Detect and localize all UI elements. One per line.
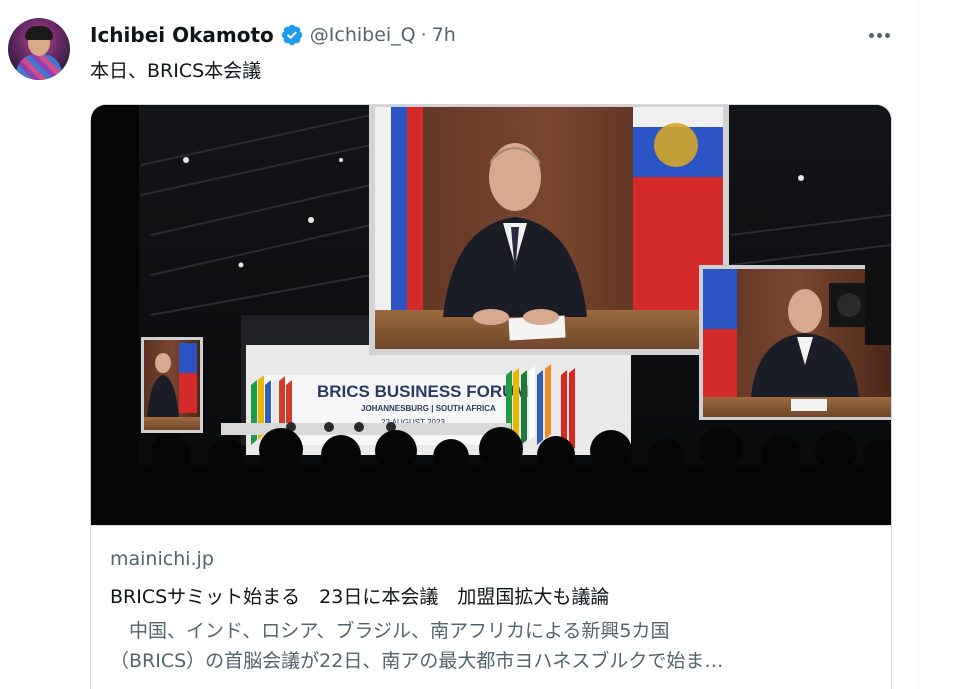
forum-photo: BRICS BUSINESS FORUM JOHANNESBURG | SOUT… <box>91 105 891 525</box>
avatar-body <box>16 54 62 80</box>
left-screen <box>144 340 200 430</box>
link-card[interactable]: BRICS BUSINESS FORUM JOHANNESBURG | SOUT… <box>90 104 892 689</box>
timestamp[interactable]: 7h <box>432 24 456 46</box>
handle[interactable]: @Ichibei_Q <box>310 24 416 46</box>
banner-title: BRICS BUSINESS FORUM <box>317 382 529 401</box>
dot <box>868 32 874 38</box>
avatar-hair <box>25 26 53 40</box>
card-description-line: （BRICS）の首脳会議が22日、南アの最大都市ヨハネスブルクで始ま… <box>110 650 724 672</box>
display-name[interactable]: Ichibei Okamoto <box>90 23 274 47</box>
more-options-icon[interactable] <box>862 22 896 48</box>
card-footer[interactable]: mainichi.jp BRICSサミット始まる 23日に本会議 加盟国拡大も議… <box>91 525 891 689</box>
column-divider <box>918 0 919 689</box>
card-description-line: 中国、インド、ロシア、ブラジル、南アフリカによる新興5カ国 <box>110 620 670 642</box>
card-domain: mainichi.jp <box>110 548 214 570</box>
card-image[interactable]: BRICS BUSINESS FORUM JOHANNESBURG | SOUT… <box>91 105 891 525</box>
dot <box>884 32 890 38</box>
verified-badge-icon <box>281 24 303 46</box>
dot <box>876 32 882 38</box>
main-screen <box>375 107 723 349</box>
card-title: BRICSサミット始まる 23日に本会議 加盟国拡大も議論 <box>110 586 610 608</box>
banner-subtitle: JOHANNESBURG | SOUTH AFRICA <box>361 404 496 413</box>
avatar[interactable] <box>8 18 70 80</box>
right-screen <box>703 265 891 417</box>
separator-dot: · <box>420 24 427 46</box>
tweet-text: 本日、BRICS本会議 <box>90 60 262 82</box>
tweet-header: Ichibei Okamoto @Ichibei_Q · 7h <box>90 20 456 50</box>
card-description: 中国、インド、ロシア、ブラジル、南アフリカによる新興5カ国 （BRICS）の首脳… <box>110 616 870 676</box>
